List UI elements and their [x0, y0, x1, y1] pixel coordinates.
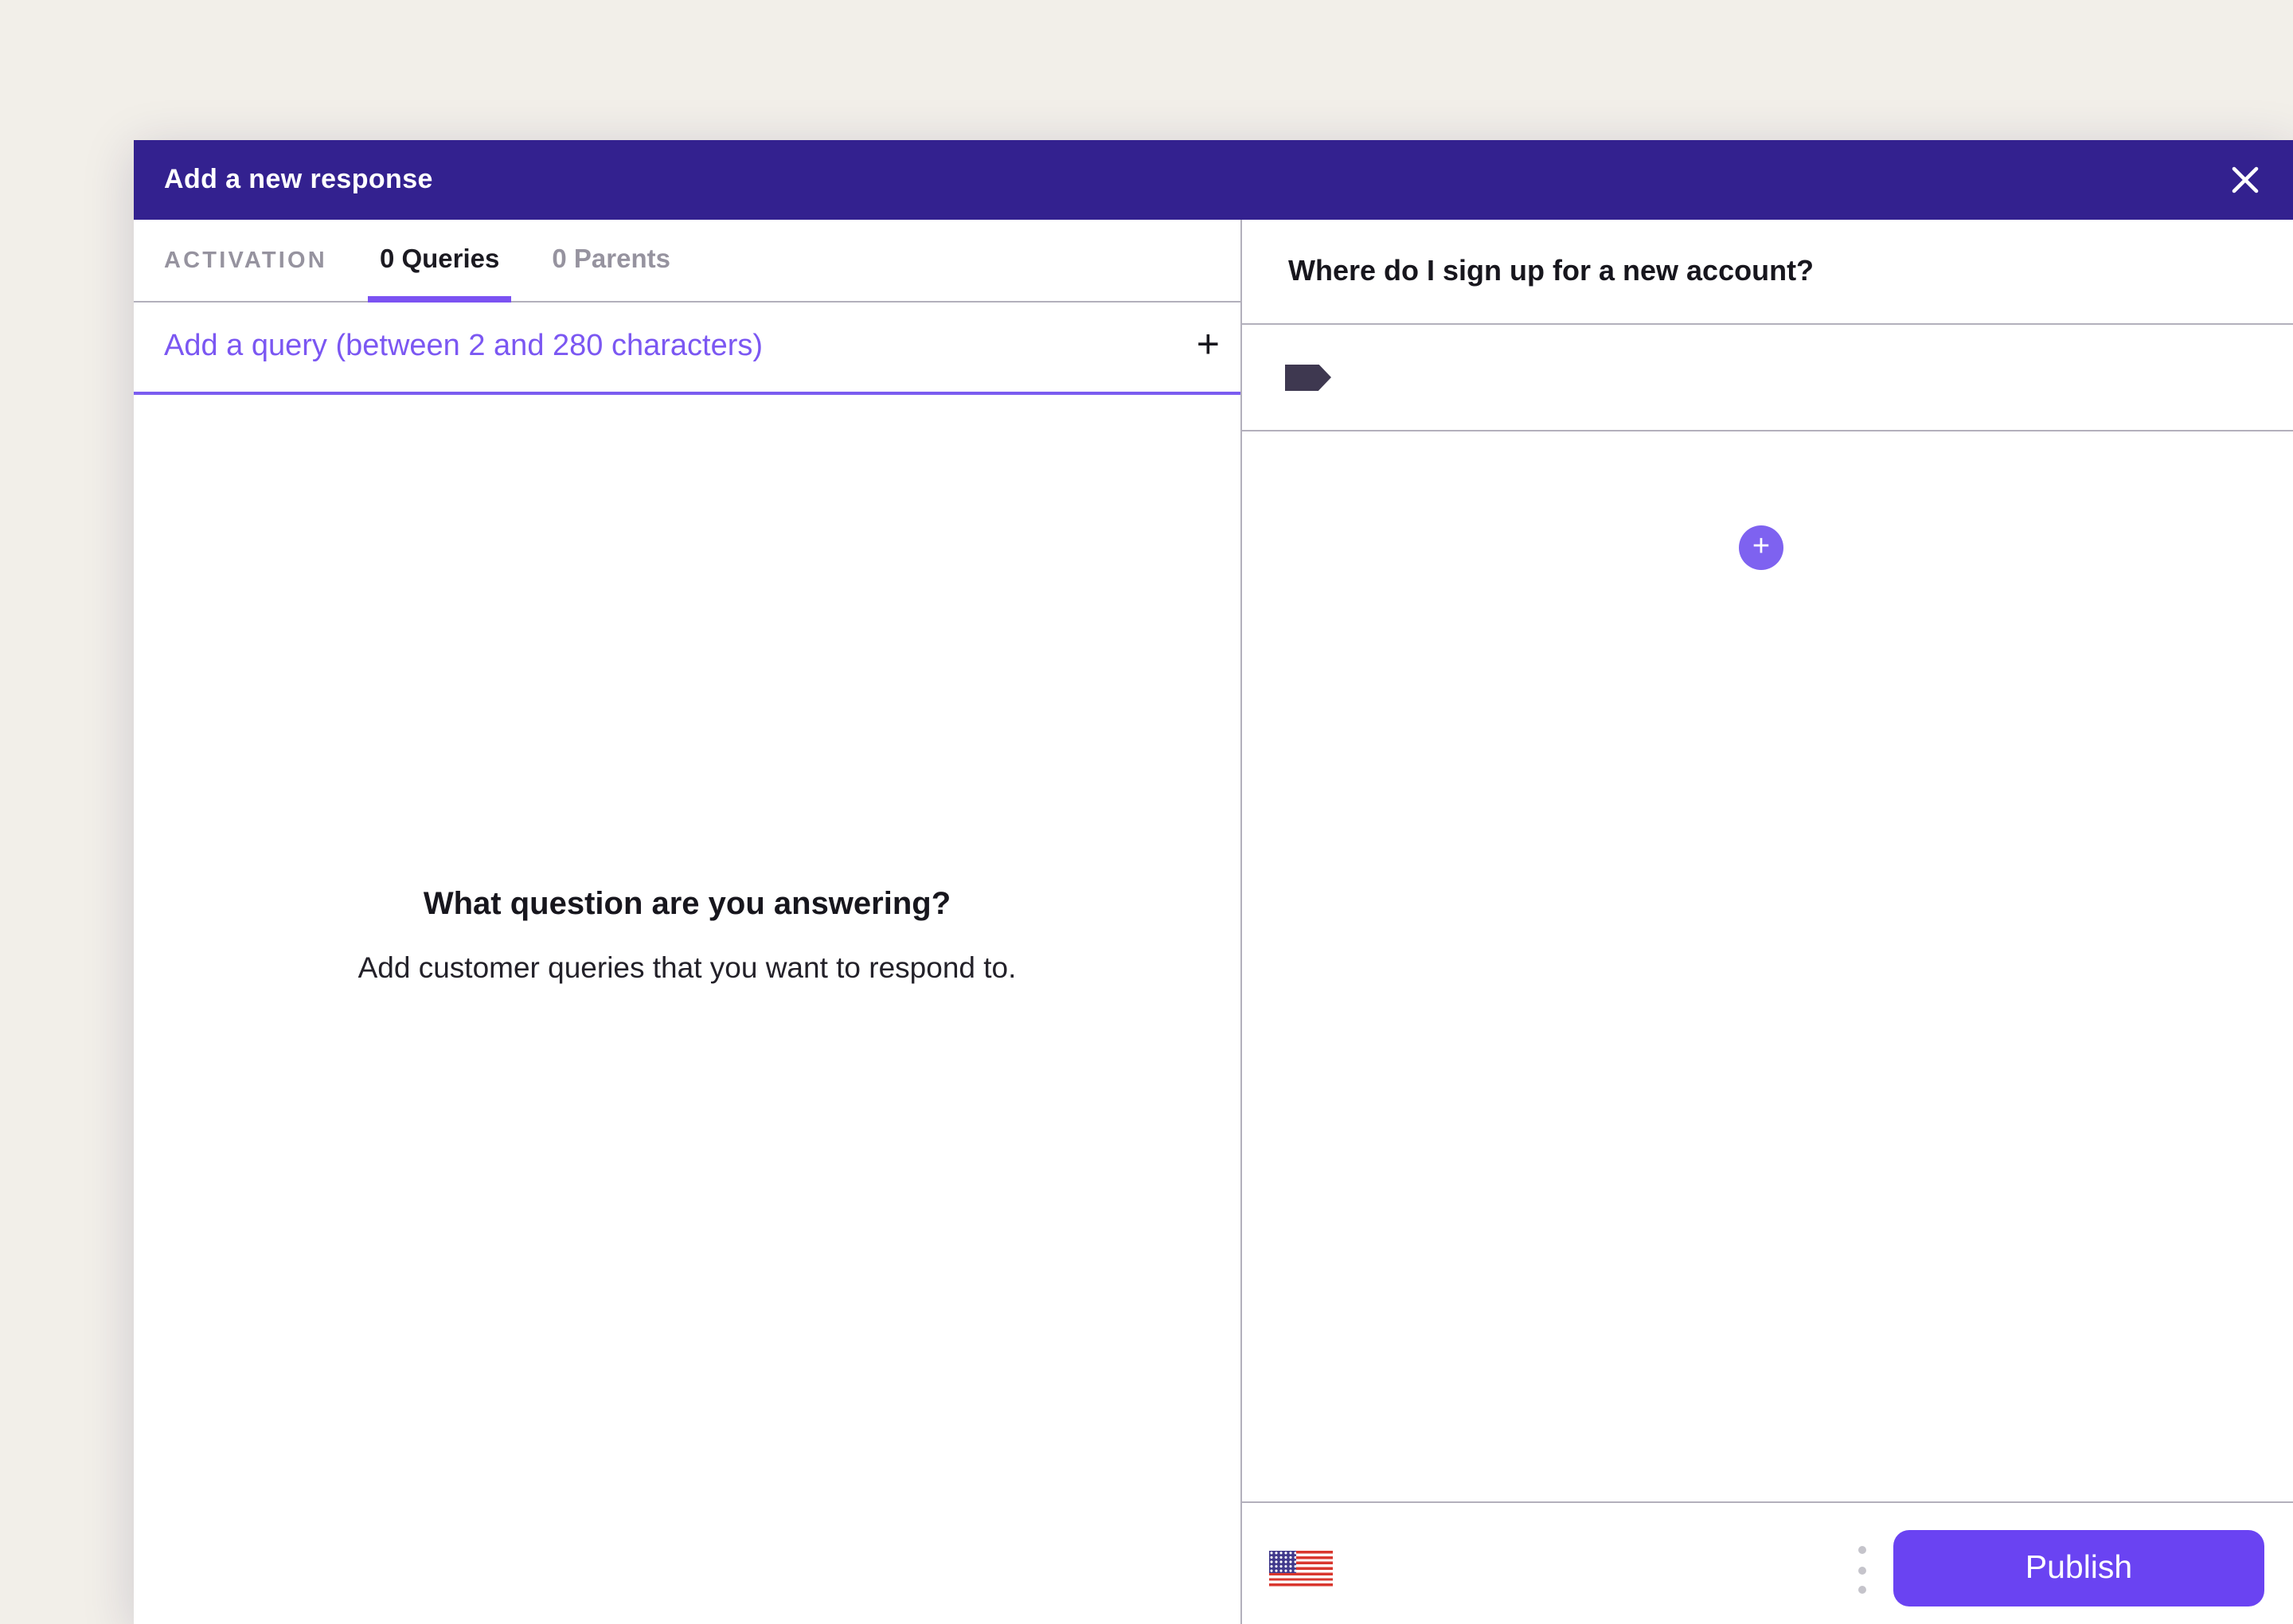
modal-header: Add a new response — [134, 140, 2293, 220]
add-block-button[interactable]: + — [1739, 525, 1783, 570]
empty-state-heading: What question are you answering? — [423, 887, 951, 922]
modal-body: ACTIVATION 0 Queries 0 Parents Add a query… — [134, 220, 2293, 1624]
tab-0-queries[interactable]: 0 Queries — [368, 220, 511, 303]
response-footer: Publish — [1242, 1501, 2293, 1624]
tab-activation[interactable]: ACTIVATION — [164, 220, 327, 301]
app-background: Add a new response ACTIVATION 0 Queries 0 … — [0, 0, 2293, 1624]
question-title-row: Where do I sign up for a new account? — [1242, 220, 2293, 325]
tab-bar: ACTIVATION 0 Queries 0 Parents — [134, 220, 1240, 303]
empty-state-subtext: Add customer queries that you want to re… — [357, 951, 1017, 984]
queries-panel: ACTIVATION 0 Queries 0 Parents Add a query… — [134, 220, 1242, 1624]
add-query-row: Add a query (between 2 and 280 character… — [134, 303, 1240, 395]
kebab-menu-icon[interactable] — [1854, 1546, 1869, 1594]
add-query-input[interactable]: Add a query (between 2 and 280 character… — [164, 330, 763, 365]
publish-button[interactable]: Publish — [1893, 1530, 2264, 1606]
question-title: Where do I sign up for a new account? — [1288, 255, 1814, 287]
us-flag-icon[interactable] — [1269, 1551, 1333, 1589]
close-icon[interactable] — [2229, 164, 2261, 196]
add-query-button[interactable]: + — [1197, 325, 1220, 365]
modal-title: Add a new response — [164, 164, 433, 194]
tab-0-parents[interactable]: 0 Parents — [552, 220, 670, 301]
tag-icon[interactable] — [1285, 364, 1331, 391]
response-panel: Where do I sign up for a new account? + … — [1242, 220, 2293, 1624]
tag-row — [1242, 325, 2293, 431]
empty-state: What question are you answering? Add cus… — [134, 882, 1240, 989]
response-canvas: + — [1242, 431, 2293, 1501]
add-response-modal: Add a new response ACTIVATION 0 Queries 0 … — [134, 140, 2293, 1624]
